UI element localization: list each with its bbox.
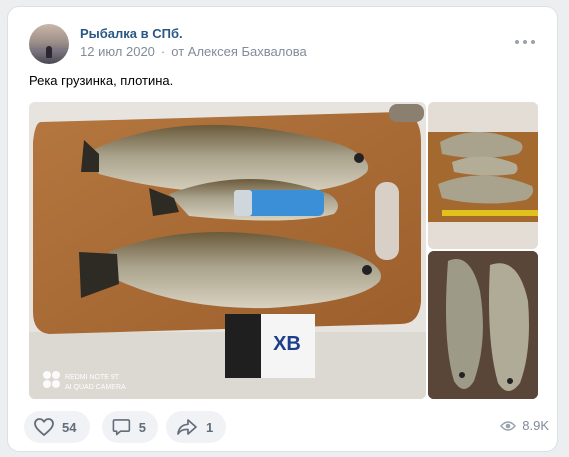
photo-thumb-2[interactable]	[428, 251, 538, 399]
comment-button[interactable]: 5	[102, 411, 158, 443]
comment-count: 5	[138, 419, 146, 435]
post-text: Река грузинка, плотина.	[29, 73, 174, 88]
photo-thumb-1[interactable]	[428, 102, 538, 249]
post-card: Рыбалка в СПб. 12 июл 2020 · от Алексея Ба…	[7, 6, 558, 452]
group-avatar[interactable]	[29, 24, 69, 64]
like-button[interactable]: 54	[24, 411, 90, 443]
like-count: 54	[62, 419, 77, 435]
watermark-line2: AI QUAD CAMERA	[65, 384, 126, 391]
heart-icon	[34, 418, 54, 436]
post-meta: 12 июл 2020 · от Алексея Бахвалова	[80, 44, 307, 59]
share-count: 1	[206, 419, 214, 435]
package-label: ХВ	[273, 333, 301, 355]
watermark-line1: REDMI NOTE 9T	[65, 374, 120, 381]
post-date[interactable]: 12 июл 2020	[80, 44, 155, 59]
post-author[interactable]: от Алексея Бахвалова	[171, 44, 306, 59]
photo-main[interactable]: ХВ REDMI NOTE 9T AI QUAD CAMERA	[29, 102, 426, 399]
share-arrow-icon	[177, 419, 197, 435]
share-button[interactable]: 1	[166, 411, 226, 443]
comment-icon	[112, 419, 131, 436]
eye-icon	[500, 420, 517, 431]
more-horizontal-icon[interactable]	[515, 39, 535, 45]
views-count: 8.9K	[522, 418, 549, 433]
group-name-link[interactable]: Рыбалка в СПб.	[80, 26, 183, 41]
views-counter: 8.9K	[500, 418, 549, 433]
